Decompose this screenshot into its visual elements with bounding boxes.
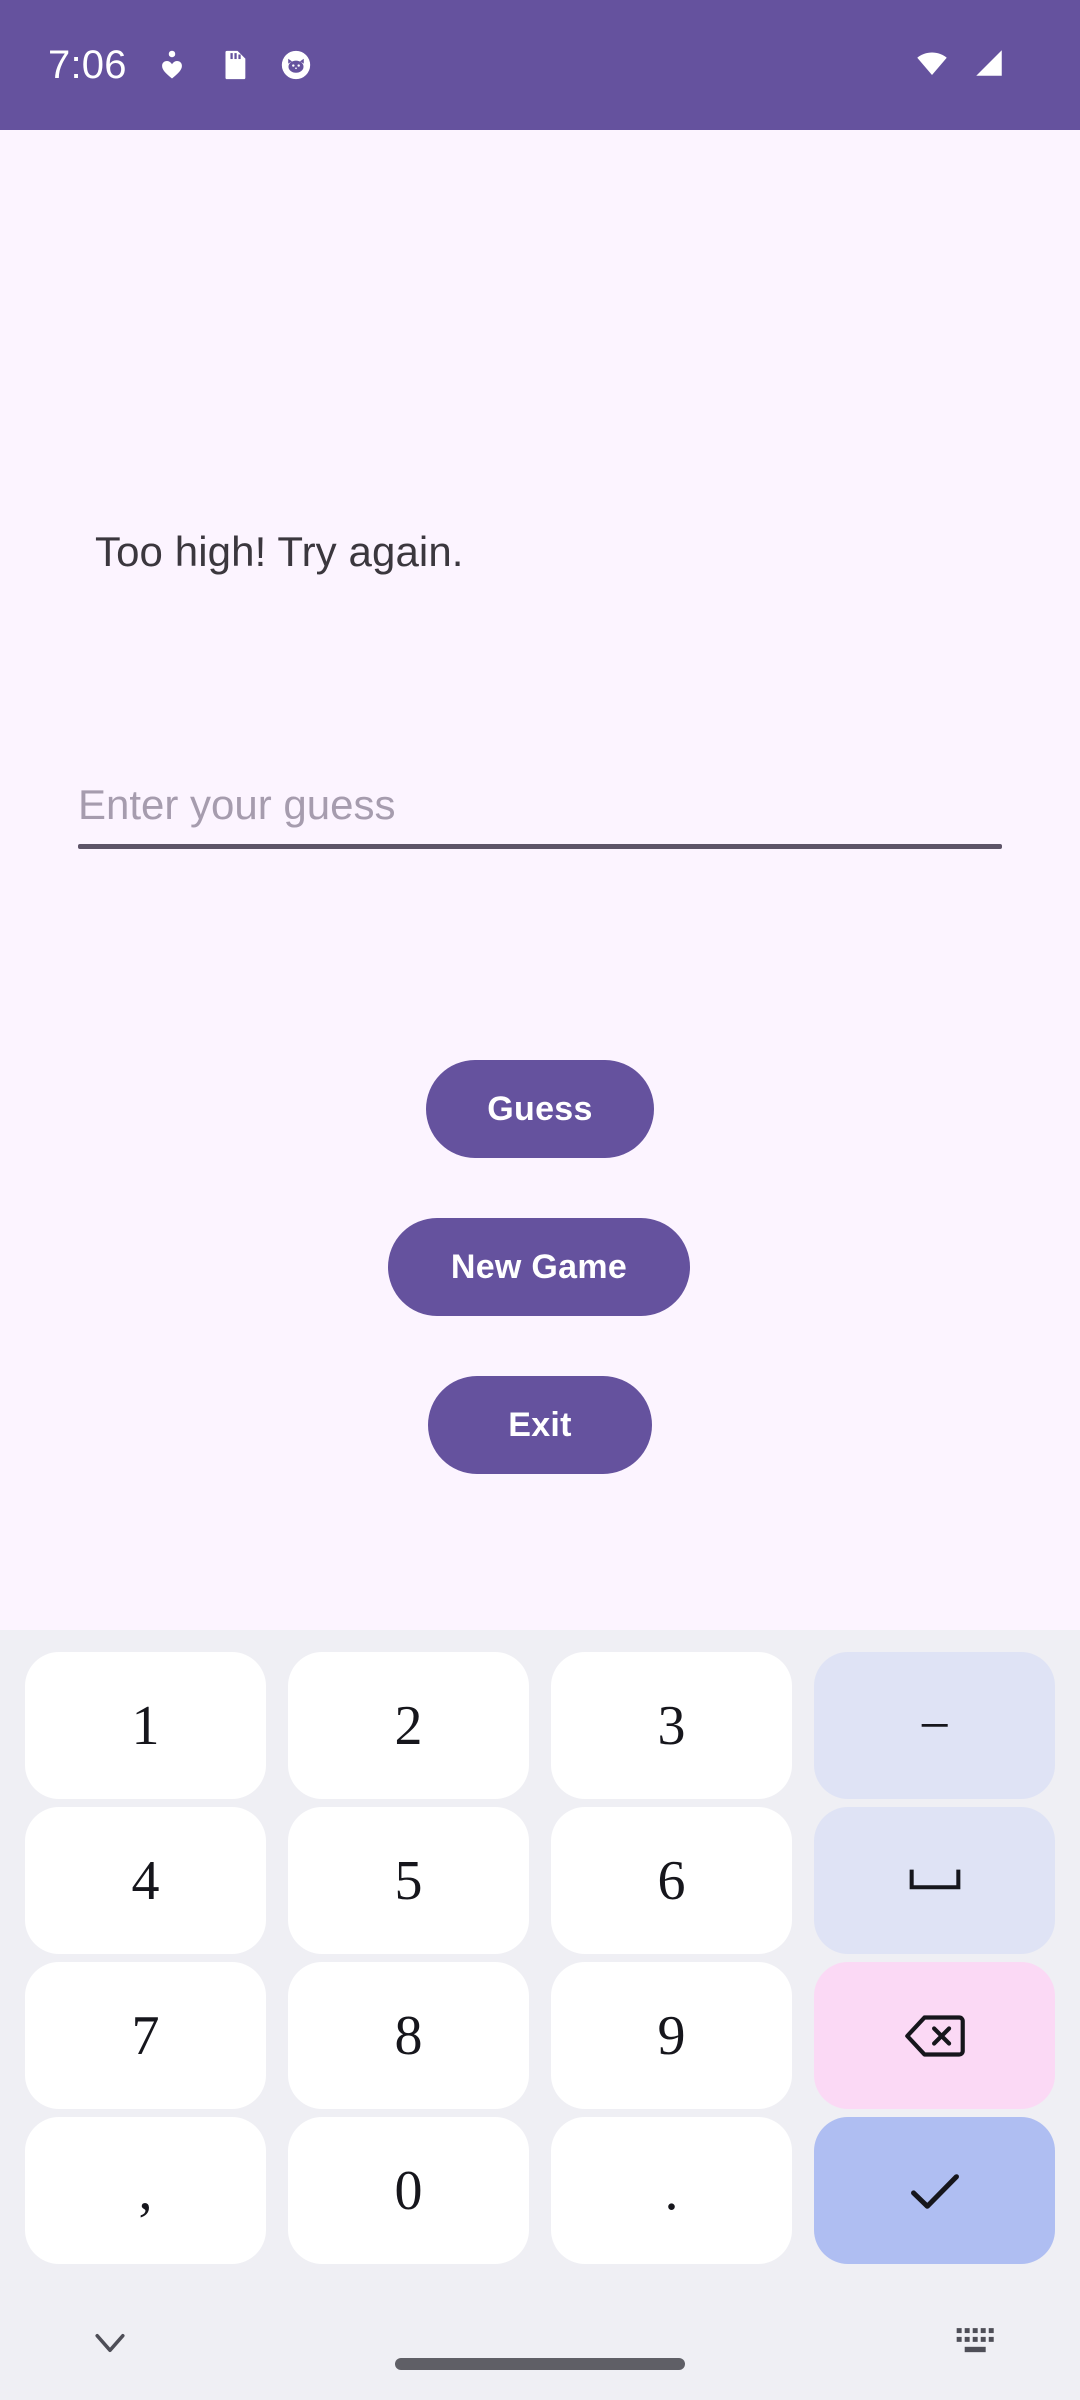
cat-face-icon xyxy=(279,48,313,82)
key-comma[interactable]: , xyxy=(25,2117,266,2264)
key-backspace[interactable] xyxy=(814,1962,1055,2109)
wifi-icon xyxy=(912,46,952,85)
keyboard-row: 7 8 9 xyxy=(14,1962,1066,2109)
guess-button[interactable]: Guess xyxy=(426,1060,654,1158)
key-1[interactable]: 1 xyxy=(25,1652,266,1799)
status-bar: 7:06 xyxy=(0,0,1080,130)
status-bar-right xyxy=(912,46,1040,85)
guess-input[interactable] xyxy=(78,770,1002,840)
key-7[interactable]: 7 xyxy=(25,1962,266,2109)
key-period[interactable]: . xyxy=(551,2117,792,2264)
phone-screen: 7:06 Too high! Try again. Enter your gue… xyxy=(0,0,1080,2400)
sd-card-icon xyxy=(217,48,251,82)
backspace-icon xyxy=(902,2010,968,2062)
status-bar-clock: 7:06 xyxy=(48,42,127,87)
navigation-bar xyxy=(0,2290,1080,2400)
space-icon xyxy=(907,1864,963,1898)
key-5[interactable]: 5 xyxy=(288,1807,529,1954)
key-minus[interactable]: − xyxy=(814,1652,1055,1799)
checkmark-icon xyxy=(904,2167,966,2215)
key-0[interactable]: 0 xyxy=(288,2117,529,2264)
heart-person-icon xyxy=(155,48,189,82)
guess-field-wrapper xyxy=(78,770,1002,849)
app-content: Too high! Try again. Guess New Game Exit xyxy=(0,130,1080,1630)
status-bar-left: 7:06 xyxy=(48,43,313,88)
keyboard-row: 4 5 6 xyxy=(14,1807,1066,1954)
chevron-down-icon[interactable] xyxy=(88,2328,132,2358)
key-9[interactable]: 9 xyxy=(551,1962,792,2109)
key-2[interactable]: 2 xyxy=(288,1652,529,1799)
numeric-keyboard: 1 2 3 − 4 5 6 7 8 9 , 0 . xyxy=(0,1630,1080,2290)
exit-button[interactable]: Exit xyxy=(428,1376,652,1474)
keyboard-row: 1 2 3 − xyxy=(14,1652,1066,1799)
guess-input-underline xyxy=(78,844,1002,849)
key-4[interactable]: 4 xyxy=(25,1807,266,1954)
key-space[interactable] xyxy=(814,1807,1055,1954)
cellular-signal-icon xyxy=(970,46,1008,85)
keyboard-row: , 0 . xyxy=(14,2117,1066,2264)
key-3[interactable]: 3 xyxy=(551,1652,792,1799)
home-indicator[interactable] xyxy=(395,2358,685,2370)
result-message: Too high! Try again. xyxy=(95,528,464,575)
key-enter[interactable] xyxy=(814,2117,1055,2264)
new-game-button[interactable]: New Game xyxy=(388,1218,690,1316)
keyboard-icon[interactable] xyxy=(952,2322,998,2364)
key-6[interactable]: 6 xyxy=(551,1807,792,1954)
key-8[interactable]: 8 xyxy=(288,1962,529,2109)
